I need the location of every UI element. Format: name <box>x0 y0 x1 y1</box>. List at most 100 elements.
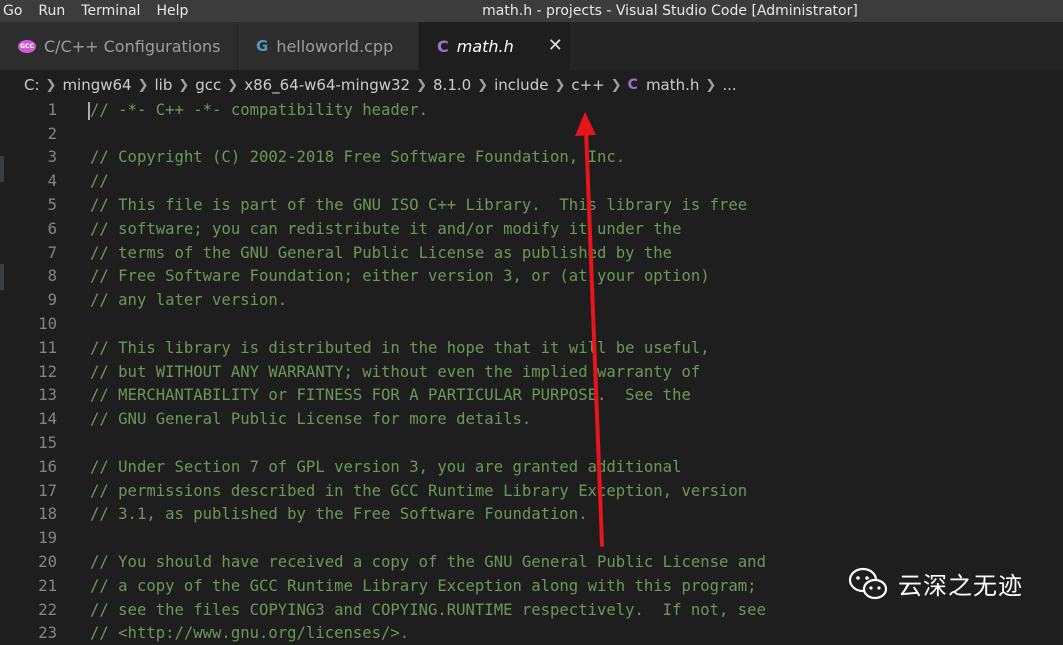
code-text: // a copy of the GCC Runtime Library Exc… <box>90 576 757 595</box>
breadcrumb-item[interactable]: gcc <box>195 76 221 94</box>
menu-go[interactable]: Go <box>0 0 30 22</box>
tab-label: helloworld.cpp <box>276 36 394 56</box>
code-line[interactable]: 6 // software; you can redistribute it an… <box>0 217 1063 241</box>
breadcrumb-item[interactable]: include <box>494 76 548 94</box>
watermark-text: 云深之无迹 <box>898 572 1023 600</box>
line-number: 19 <box>38 529 57 548</box>
code-line[interactable]: 10 <box>0 312 1063 336</box>
line-number: 11 <box>38 338 57 357</box>
wechat-icon <box>848 567 888 599</box>
code-text: // This library is distributed in the ho… <box>90 338 710 357</box>
c-icon: C <box>437 36 449 56</box>
chevron-right-icon: ❯ <box>178 77 190 93</box>
code-text: // but WITHOUT ANY WARRANTY; without eve… <box>90 362 701 381</box>
chevron-right-icon: ❯ <box>45 77 57 93</box>
line-number: 18 <box>38 505 57 524</box>
code-text: // Under Section 7 of GPL version 3, you… <box>90 457 682 476</box>
code-line[interactable]: 15 <box>0 431 1063 455</box>
menu-terminal[interactable]: Terminal <box>73 0 148 22</box>
line-number: 2 <box>47 124 57 143</box>
chevron-right-icon: ❯ <box>416 77 428 93</box>
code-line[interactable]: 12 // but WITHOUT ANY WARRANTY; without e… <box>0 360 1063 384</box>
c-icon: C <box>627 77 638 93</box>
breadcrumb-item[interactable]: x86_64-w64-mingw32 <box>244 76 410 94</box>
code-line[interactable]: 4 // <box>0 169 1063 193</box>
line-number: 21 <box>38 576 57 595</box>
code-text: // see the files COPYING3 and COPYING.RU… <box>90 600 766 619</box>
gcc-icon: GCC <box>18 39 36 53</box>
code-text: // GNU General Public License for more d… <box>90 410 532 429</box>
line-number: 12 <box>38 362 57 381</box>
window-title: math.h - projects - Visual Studio Code [… <box>482 3 858 19</box>
menu-bar: Go Run Terminal Help <box>0 0 196 22</box>
code-text: // -*- C++ -*- compatibility header. <box>90 100 428 119</box>
chevron-right-icon: ❯ <box>477 77 489 93</box>
breadcrumb-item[interactable]: C: <box>24 76 40 94</box>
cpp-icon: G <box>256 37 269 55</box>
code-line[interactable]: 5 // This file is part of the GNU ISO C++… <box>0 193 1063 217</box>
line-number: 23 <box>38 624 57 643</box>
breadcrumb-item[interactable]: lib <box>155 76 173 94</box>
code-text: // MERCHANTABILITY or FITNESS FOR A PART… <box>90 386 691 405</box>
code-text: // Copyright (C) 2002-2018 Free Software… <box>90 148 626 167</box>
chevron-right-icon: ❯ <box>554 77 566 93</box>
code-line[interactable]: 1 // -*- C++ -*- compatibility header. <box>0 98 1063 122</box>
tab-math-h[interactable]: C math.h ✕ <box>419 22 571 70</box>
code-text: // permissions described in the GCC Runt… <box>90 481 748 500</box>
breadcrumb-item[interactable]: 8.1.0 <box>433 76 471 94</box>
code-line[interactable]: 14 // GNU General Public License for more… <box>0 407 1063 431</box>
code-line[interactable]: 17 // permissions described in the GCC Ru… <box>0 479 1063 503</box>
breadcrumb-item[interactable]: c++ <box>571 76 604 94</box>
close-icon[interactable]: ✕ <box>548 37 563 55</box>
text-cursor <box>88 102 90 120</box>
tab-label: C/C++ Configurations <box>44 36 221 56</box>
line-number: 7 <box>47 243 57 262</box>
code-text: // software; you can redistribute it and… <box>90 219 682 238</box>
line-number: 1 <box>47 100 57 119</box>
line-number: 20 <box>38 553 57 572</box>
tab-cpp-configurations[interactable]: GCC C/C++ Configurations <box>0 22 238 70</box>
code-line[interactable]: 8 // Free Software Foundation; either ver… <box>0 265 1063 289</box>
tab-bar: GCC C/C++ Configurations G helloworld.cp… <box>0 22 1063 70</box>
line-number: 16 <box>38 457 57 476</box>
code-line[interactable]: 13 // MERCHANTABILITY or FITNESS FOR A PA… <box>0 384 1063 408</box>
menu-help[interactable]: Help <box>148 0 196 22</box>
code-line[interactable]: 3 // Copyright (C) 2002-2018 Free Softwar… <box>0 146 1063 170</box>
breadcrumb-more[interactable]: ... <box>722 76 736 94</box>
line-number: 5 <box>47 196 57 215</box>
code-text: // <http://www.gnu.org/licenses/>. <box>90 624 410 643</box>
breadcrumb-file[interactable]: math.h <box>646 76 699 94</box>
code-text: // You should have received a copy of th… <box>90 553 766 572</box>
line-number: 6 <box>47 219 57 238</box>
line-number: 14 <box>38 410 57 429</box>
code-line[interactable]: 2 <box>0 122 1063 146</box>
code-line[interactable]: 19 <box>0 526 1063 550</box>
code-line[interactable]: 22 // see the files COPYING3 and COPYING.… <box>0 598 1063 622</box>
code-text: // <box>90 172 109 191</box>
chevron-right-icon: ❯ <box>227 77 239 93</box>
code-text: // 3.1, as published by the Free Softwar… <box>90 505 588 524</box>
line-number: 3 <box>47 148 57 167</box>
breadcrumb: C: ❯ mingw64 ❯ lib ❯ gcc ❯ x86_64-w64-mingw32 ❯ 8.… <box>0 70 1063 100</box>
line-number: 13 <box>38 386 57 405</box>
watermark: 云深之无迹 <box>848 566 1023 601</box>
code-line[interactable]: 18 // 3.1, as published by the Free Softw… <box>0 503 1063 527</box>
menu-run[interactable]: Run <box>30 0 73 22</box>
tab-label: math.h <box>456 36 514 56</box>
code-text: // any later version. <box>90 291 288 310</box>
code-line[interactable]: 9 // any later version. <box>0 288 1063 312</box>
title-bar: Go Run Terminal Help math.h - projects -… <box>0 0 1063 22</box>
editor[interactable]: 1// -*- C++ -*- compatibility header. 2 3/… <box>0 98 1063 642</box>
line-number: 15 <box>38 434 57 453</box>
code-line[interactable]: 7 // terms of the GNU General Public Lice… <box>0 241 1063 265</box>
line-number: 8 <box>47 267 57 286</box>
code-text: // This file is part of the GNU ISO C++ … <box>90 196 748 215</box>
line-number: 9 <box>47 291 57 310</box>
code-line[interactable]: 23 // <http://www.gnu.org/licenses/>. <box>0 622 1063 645</box>
chevron-right-icon: ❯ <box>610 77 622 93</box>
breadcrumb-item[interactable]: mingw64 <box>62 76 131 94</box>
code-text: // terms of the GNU General Public Licen… <box>90 243 673 262</box>
code-line[interactable]: 16 // Under Section 7 of GPL version 3, y… <box>0 455 1063 479</box>
tab-helloworld-cpp[interactable]: G helloworld.cpp <box>238 22 419 70</box>
code-line[interactable]: 11 // This library is distributed in the … <box>0 336 1063 360</box>
